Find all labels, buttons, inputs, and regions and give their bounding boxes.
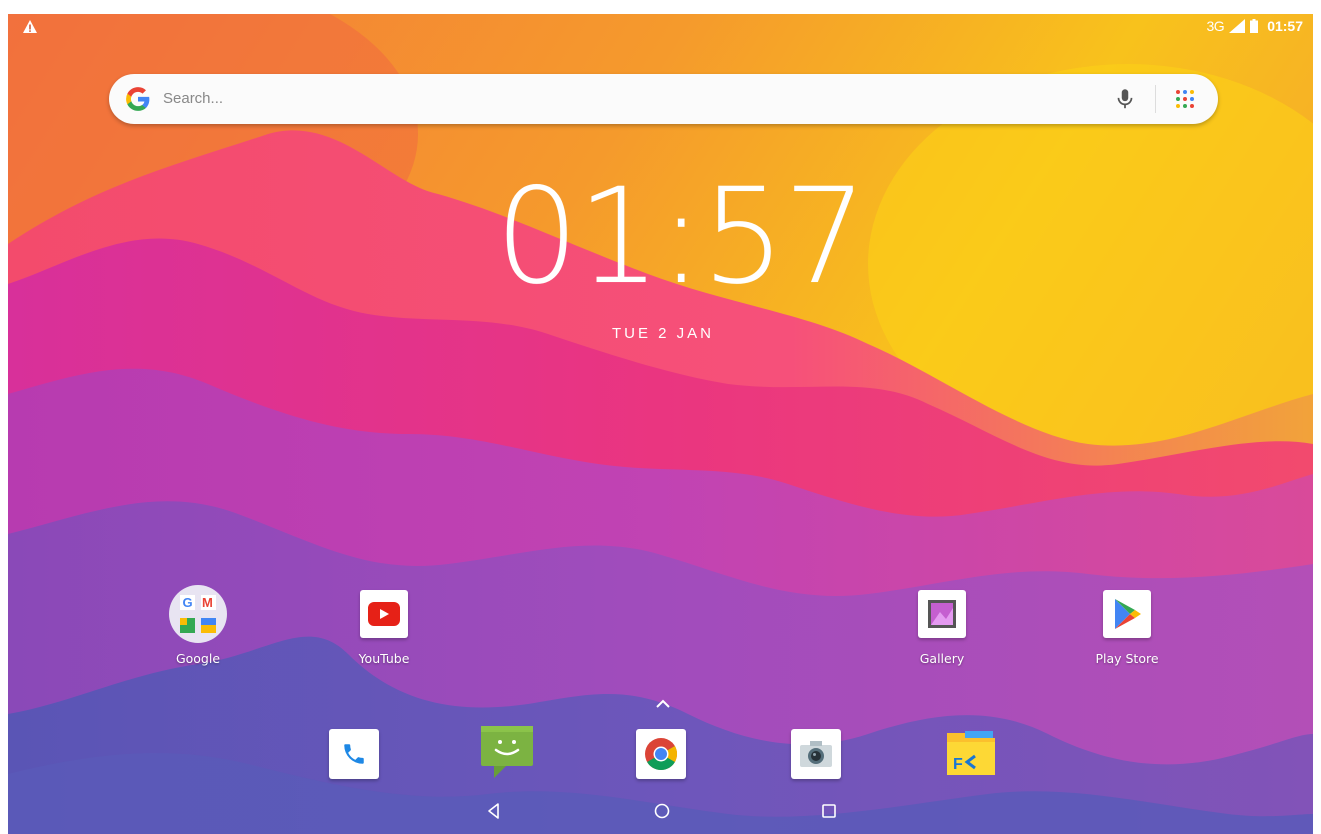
google-folder-icon: G M bbox=[169, 585, 227, 643]
clock-time[interactable]: 01:57 bbox=[495, 162, 868, 313]
clock-date: TUE 2 JAN bbox=[611, 325, 714, 342]
dock-messaging[interactable] bbox=[478, 722, 536, 780]
app-label: Gallery bbox=[919, 651, 965, 666]
camera-icon bbox=[800, 741, 832, 767]
file-manager-icon: F bbox=[947, 731, 995, 775]
signal-icon bbox=[1229, 19, 1246, 33]
search-placeholder: Search... bbox=[163, 90, 224, 107]
dock-file-manager[interactable]: F bbox=[941, 725, 999, 783]
warning-icon bbox=[23, 20, 37, 33]
google-search-bar[interactable]: Search... bbox=[109, 74, 1218, 124]
app-google[interactable]: G M Google bbox=[148, 585, 248, 666]
app-youtube[interactable]: YouTube bbox=[334, 585, 434, 666]
dock-phone[interactable] bbox=[325, 725, 383, 783]
google-g-icon bbox=[126, 87, 150, 111]
status-indicators: 3G 01:57 bbox=[1207, 18, 1304, 34]
app-gallery[interactable]: Gallery bbox=[892, 585, 992, 666]
mic-icon[interactable] bbox=[1112, 86, 1138, 112]
svg-text:G: G bbox=[183, 595, 193, 610]
youtube-icon bbox=[368, 602, 400, 626]
messaging-icon bbox=[481, 726, 533, 778]
home-screen: 3G 01:57 Search... 01:57 TUE 2 JAN G M G… bbox=[8, 14, 1313, 834]
wallpaper bbox=[8, 14, 1313, 834]
app-grid-icon[interactable] bbox=[1174, 88, 1196, 110]
back-icon[interactable] bbox=[484, 801, 504, 821]
chevron-up-icon[interactable] bbox=[654, 698, 672, 710]
app-label: Google bbox=[175, 651, 221, 666]
play-store-icon bbox=[1115, 599, 1141, 629]
app-label: Play Store bbox=[1095, 651, 1159, 666]
app-label: YouTube bbox=[358, 651, 410, 666]
dock-camera[interactable] bbox=[787, 725, 845, 783]
network-type-label: 3G bbox=[1206, 18, 1225, 34]
chrome-icon bbox=[645, 738, 678, 771]
battery-icon bbox=[1250, 19, 1259, 33]
recents-icon[interactable] bbox=[819, 801, 839, 821]
status-bar: 3G 01:57 bbox=[8, 14, 1313, 40]
home-icon[interactable] bbox=[652, 801, 672, 821]
dock-chrome[interactable] bbox=[632, 725, 690, 783]
status-time: 01:57 bbox=[1267, 18, 1303, 34]
gallery-icon bbox=[928, 600, 956, 628]
svg-text:F: F bbox=[953, 756, 963, 773]
phone-icon bbox=[344, 744, 364, 764]
app-play-store[interactable]: Play Store bbox=[1077, 585, 1177, 666]
search-divider bbox=[1155, 85, 1156, 113]
svg-text:M: M bbox=[202, 595, 213, 610]
